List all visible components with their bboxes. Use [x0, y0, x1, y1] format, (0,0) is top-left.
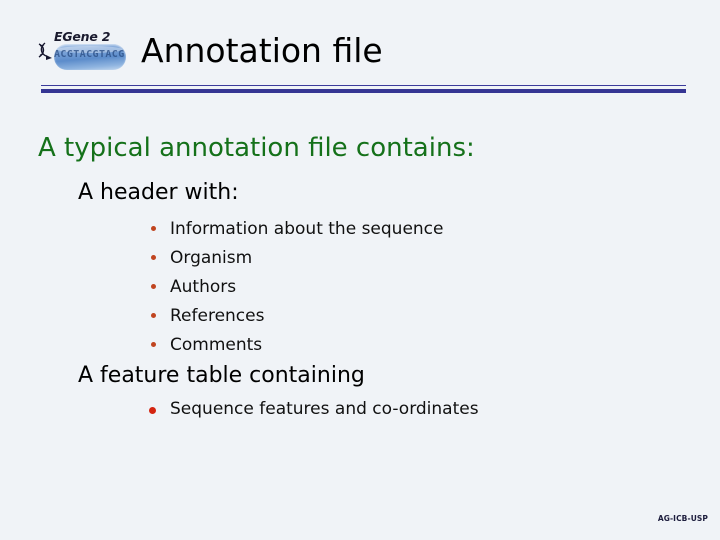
list-item: Authors: [148, 272, 444, 301]
list-item: Organism: [148, 243, 444, 272]
bullet-dot-icon: [151, 342, 156, 347]
feature-table-bullet: Sequence features and co-ordinates: [148, 399, 479, 419]
page-title: Annotation file: [141, 31, 383, 70]
bullet-dot-icon: [151, 226, 156, 231]
logo-brand-text: EGene 2: [54, 29, 111, 44]
slide-header: EGene 2 ACGTACGTACGT Annotation file: [0, 0, 720, 100]
level1-heading: A typical annotation file contains:: [38, 133, 475, 163]
bullet-dot-icon: [149, 407, 156, 414]
slide: EGene 2 ACGTACGTACGT Annotation file A t…: [0, 0, 720, 540]
list-item-label: Organism: [170, 247, 253, 268]
list-item-label: Information about the sequence: [170, 218, 444, 239]
feature-table-bullet-label: Sequence features and co-ordinates: [170, 399, 479, 419]
logo-capsule-shape: ACGTACGTACGT: [54, 44, 126, 70]
footer-credit: AG-ICB-USP: [657, 514, 708, 523]
header-divider-thin: [41, 85, 686, 86]
bullet-dot-icon: [151, 284, 156, 289]
level2-heading-feature-table: A feature table containing: [78, 363, 365, 388]
list-item: Information about the sequence: [148, 214, 444, 243]
logo-sequence-text: ACGTACGTACGT: [54, 49, 126, 60]
list-item-label: References: [170, 305, 265, 326]
list-item-label: Authors: [170, 276, 237, 297]
list-item: References: [148, 301, 444, 330]
bullet-dot-icon: [151, 255, 156, 260]
list-item: Comments: [148, 330, 444, 359]
egene-logo: EGene 2 ACGTACGTACGT: [36, 29, 136, 75]
bullet-dot-icon: [151, 313, 156, 318]
list-item-label: Comments: [170, 334, 263, 355]
header-contents-list: Information about the sequence Organism …: [148, 214, 444, 359]
level2-heading-header: A header with:: [78, 180, 239, 205]
header-divider-thick: [41, 89, 686, 93]
